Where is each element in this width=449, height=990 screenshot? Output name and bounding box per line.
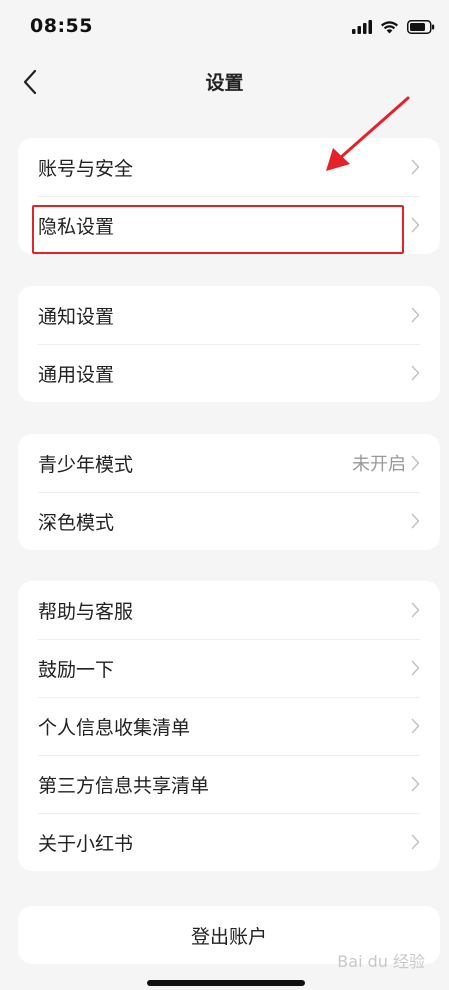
home-indicator <box>147 980 305 986</box>
settings-group-about: 帮助与客服 鼓励一下 个人信息收集清单 第三方信息共享清单 关于小红书 <box>18 581 440 871</box>
settings-item-third-party-sharing-list[interactable]: 第三方信息共享清单 <box>18 755 440 813</box>
settings-item-label: 个人信息收集清单 <box>38 716 191 739</box>
settings-item-personal-info-list[interactable]: 个人信息收集清单 <box>18 697 440 755</box>
settings-item-label: 青少年模式 <box>38 453 134 476</box>
settings-item-general[interactable]: 通用设置 <box>18 344 440 402</box>
watermark: Bai du 经验 <box>337 952 425 971</box>
chevron-right-icon <box>410 717 420 735</box>
chevron-right-icon <box>410 512 420 530</box>
settings-item-label: 第三方信息共享清单 <box>38 774 210 797</box>
settings-item-encourage[interactable]: 鼓励一下 <box>18 639 440 697</box>
settings-item-help[interactable]: 帮助与客服 <box>18 581 440 639</box>
settings-item-label: 通知设置 <box>38 305 115 328</box>
settings-group-modes: 青少年模式 未开启 深色模式 <box>18 434 440 550</box>
settings-item-dark-mode[interactable]: 深色模式 <box>18 492 440 550</box>
settings-group-general: 通知设置 通用设置 <box>18 286 440 402</box>
chevron-right-icon <box>410 601 420 619</box>
chevron-right-icon <box>410 364 420 382</box>
settings-item-label: 深色模式 <box>38 511 115 534</box>
chevron-right-icon <box>410 833 420 851</box>
chevron-right-icon <box>410 775 420 793</box>
chevron-right-icon <box>410 659 420 677</box>
settings-item-notifications[interactable]: 通知设置 <box>18 286 440 344</box>
settings-item-label: 通用设置 <box>38 363 115 386</box>
settings-item-about[interactable]: 关于小红书 <box>18 813 440 871</box>
annotation-arrow-icon <box>326 96 410 171</box>
settings-item-label: 关于小红书 <box>38 832 134 855</box>
settings-item-label: 帮助与客服 <box>38 600 134 623</box>
chevron-right-icon <box>410 454 420 472</box>
chevron-right-icon <box>410 306 420 324</box>
settings-item-teen-mode[interactable]: 青少年模式 未开启 <box>18 434 440 492</box>
teen-mode-status: 未开启 <box>352 454 406 475</box>
settings-item-label: 鼓励一下 <box>38 658 115 681</box>
